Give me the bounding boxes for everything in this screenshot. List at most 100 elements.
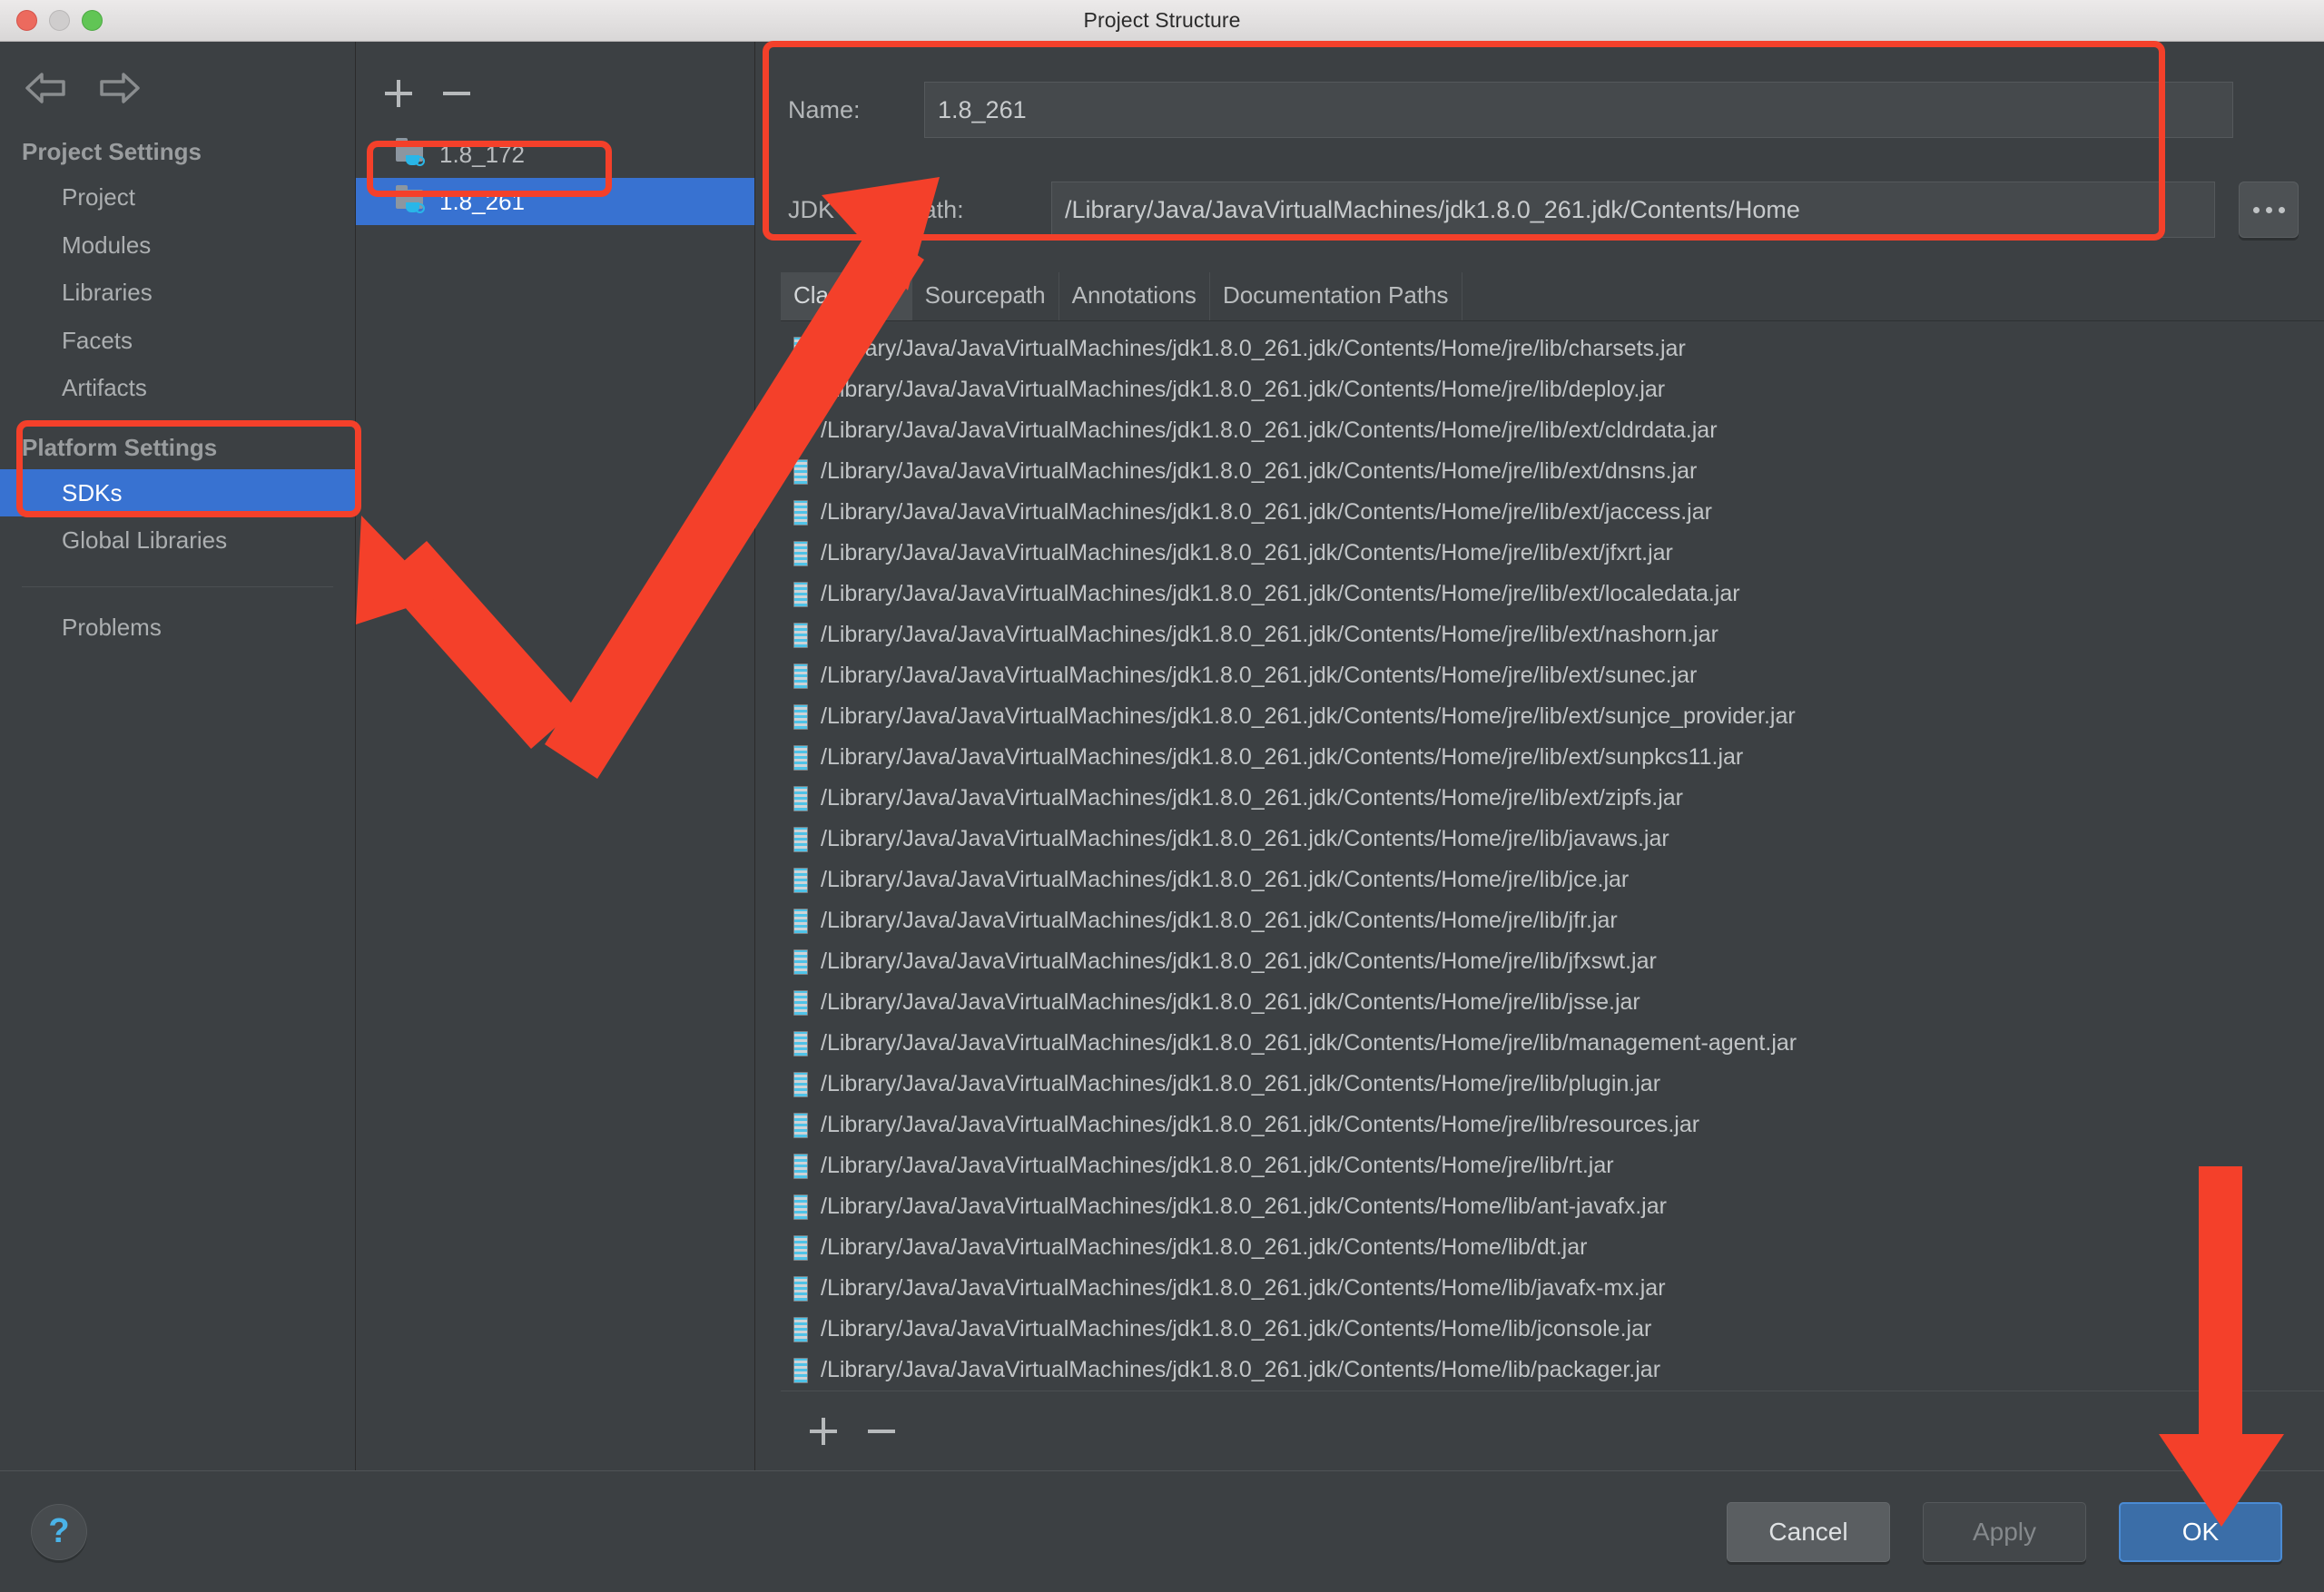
classpath-row-label: /Library/Java/JavaVirtualMachines/jdk1.8… [821,867,1629,893]
jar-file-icon [793,623,808,648]
sdk-list-item-label: 1.8_172 [439,141,525,169]
name-input[interactable]: 1.8_261 [924,82,2233,138]
sidebar-item-facets[interactable]: Facets [0,317,355,365]
sidebar-item-artifacts[interactable]: Artifacts [0,364,355,412]
jdk-home-path-label: JDK home path: [788,196,1051,224]
classpath-row[interactable]: /Library/Java/JavaVirtualMachines/jdk1.8… [781,1227,2324,1268]
jar-file-icon [793,868,808,893]
classpath-row-label: /Library/Java/JavaVirtualMachines/jdk1.8… [821,785,1683,811]
classpath-row[interactable]: /Library/Java/JavaVirtualMachines/jdk1.8… [781,533,2324,574]
classpath-row-label: /Library/Java/JavaVirtualMachines/jdk1.8… [821,703,1796,730]
classpath-row-label: /Library/Java/JavaVirtualMachines/jdk1.8… [821,663,1697,689]
sidebar-item-modules[interactable]: Modules [0,221,355,270]
jar-file-icon [793,990,808,1016]
apply-button[interactable]: Apply [1923,1502,2086,1562]
classpath-row-label: /Library/Java/JavaVirtualMachines/jdk1.8… [821,622,1718,648]
forward-arrow-icon[interactable] [94,69,143,107]
classpath-row[interactable]: /Library/Java/JavaVirtualMachines/jdk1.8… [781,819,2324,860]
classpath-list[interactable]: /Library/Java/JavaVirtualMachines/jdk1.8… [781,321,2324,1391]
classpath-row[interactable]: /Library/Java/JavaVirtualMachines/jdk1.8… [781,696,2324,737]
jdk-home-path-input[interactable]: /Library/Java/JavaVirtualMachines/jdk1.8… [1051,182,2215,238]
classpath-row[interactable]: /Library/Java/JavaVirtualMachines/jdk1.8… [781,737,2324,778]
jar-file-icon [793,337,808,362]
sidebar-item-project[interactable]: Project [0,173,355,221]
classpath-row[interactable]: /Library/Java/JavaVirtualMachines/jdk1.8… [781,1268,2324,1309]
classpath-row[interactable]: /Library/Java/JavaVirtualMachines/jdk1.8… [781,860,2324,900]
tab-classpath[interactable]: Classpath [781,272,912,320]
sdk-list-item-label: 1.8_261 [439,188,525,216]
sidebar-group-title-platform-settings: Platform Settings [0,412,355,469]
back-arrow-icon[interactable] [22,69,71,107]
add-classpath-button[interactable] [808,1416,839,1447]
classpath-row-label: /Library/Java/JavaVirtualMachines/jdk1.8… [821,1194,1667,1220]
jar-file-icon [793,378,808,403]
classpath-row[interactable]: /Library/Java/JavaVirtualMachines/jdk1.8… [781,329,2324,369]
classpath-row[interactable]: /Library/Java/JavaVirtualMachines/jdk1.8… [781,410,2324,451]
jar-file-icon [793,500,808,526]
classpath-row[interactable]: /Library/Java/JavaVirtualMachines/jdk1.8… [781,982,2324,1023]
sdk-detail-panel: Name: 1.8_261 JDK home path: /Library/Ja… [755,42,2324,1470]
remove-sdk-button[interactable] [441,78,472,109]
classpath-row[interactable]: /Library/Java/JavaVirtualMachines/jdk1.8… [781,941,2324,982]
sdk-list: 1.8_172 1.8_261 [356,131,754,225]
jar-file-icon [793,1358,808,1383]
classpath-row-label: /Library/Java/JavaVirtualMachines/jdk1.8… [821,1275,1666,1302]
classpath-row-label: /Library/Java/JavaVirtualMachines/jdk1.8… [821,540,1673,566]
jar-file-icon [793,582,808,607]
classpath-row-label: /Library/Java/JavaVirtualMachines/jdk1.8… [821,458,1697,485]
classpath-toolbar [781,1391,2324,1470]
classpath-row[interactable]: /Library/Java/JavaVirtualMachines/jdk1.8… [781,614,2324,655]
jdk-home-path-row: JDK home path: /Library/Java/JavaVirtual… [755,182,2324,238]
name-label: Name: [788,96,924,124]
window-title: Project Structure [0,8,2324,33]
classpath-row-label: /Library/Java/JavaVirtualMachines/jdk1.8… [821,826,1669,852]
tab-documentation-paths[interactable]: Documentation Paths [1210,272,1462,320]
classpath-row[interactable]: /Library/Java/JavaVirtualMachines/jdk1.8… [781,451,2324,492]
tab-sourcepath[interactable]: Sourcepath [912,272,1059,320]
jar-file-icon [793,663,808,689]
classpath-row[interactable]: /Library/Java/JavaVirtualMachines/jdk1.8… [781,1145,2324,1186]
classpath-row[interactable]: /Library/Java/JavaVirtualMachines/jdk1.8… [781,492,2324,533]
jar-file-icon [793,459,808,485]
classpath-row[interactable]: /Library/Java/JavaVirtualMachines/jdk1.8… [781,369,2324,410]
help-button[interactable]: ? [31,1504,87,1560]
project-structure-window: Project Structure Project Settings Proje… [0,0,2324,1592]
tab-annotations[interactable]: Annotations [1059,272,1210,320]
classpath-row[interactable]: /Library/Java/JavaVirtualMachines/jdk1.8… [781,574,2324,614]
jdk-folder-icon [396,141,427,168]
sdk-list-item-1-8-261[interactable]: 1.8_261 [356,178,754,225]
classpath-row-label: /Library/Java/JavaVirtualMachines/jdk1.8… [821,1071,1660,1097]
sidebar-item-sdks[interactable]: SDKs [0,469,355,517]
classpath-row[interactable]: /Library/Java/JavaVirtualMachines/jdk1.8… [781,1350,2324,1391]
jar-file-icon [793,786,808,811]
title-bar: Project Structure [0,0,2324,42]
classpath-row[interactable]: /Library/Java/JavaVirtualMachines/jdk1.8… [781,1105,2324,1145]
jar-file-icon [793,909,808,934]
jar-file-icon [793,949,808,975]
cancel-button[interactable]: Cancel [1727,1502,1890,1562]
classpath-row[interactable]: /Library/Java/JavaVirtualMachines/jdk1.8… [781,1023,2324,1064]
add-sdk-button[interactable] [383,78,414,109]
classpath-row-label: /Library/Java/JavaVirtualMachines/jdk1.8… [821,1316,1651,1342]
jar-file-icon [793,1235,808,1261]
settings-sidebar: Project Settings Project Modules Librari… [0,42,356,1470]
ok-button[interactable]: OK [2119,1502,2282,1562]
dialog-body: Project Settings Project Modules Librari… [0,42,2324,1470]
classpath-row[interactable]: /Library/Java/JavaVirtualMachines/jdk1.8… [781,900,2324,941]
sidebar-item-global-libraries[interactable]: Global Libraries [0,516,355,565]
remove-classpath-button[interactable] [866,1416,897,1447]
classpath-row[interactable]: /Library/Java/JavaVirtualMachines/jdk1.8… [781,1309,2324,1350]
sidebar-item-problems[interactable]: Problems [0,587,355,652]
classpath-row-label: /Library/Java/JavaVirtualMachines/jdk1.8… [821,1153,1614,1179]
classpath-row[interactable]: /Library/Java/JavaVirtualMachines/jdk1.8… [781,1186,2324,1227]
browse-button[interactable] [2239,182,2299,238]
sdk-list-toolbar [356,42,754,109]
sidebar-group-title-project-settings: Project Settings [0,107,355,173]
jar-file-icon [793,827,808,852]
jar-file-icon [793,418,808,444]
classpath-row[interactable]: /Library/Java/JavaVirtualMachines/jdk1.8… [781,1064,2324,1105]
sdk-list-item-1-8-172[interactable]: 1.8_172 [356,131,754,178]
classpath-row[interactable]: /Library/Java/JavaVirtualMachines/jdk1.8… [781,778,2324,819]
sidebar-item-libraries[interactable]: Libraries [0,269,355,317]
classpath-row[interactable]: /Library/Java/JavaVirtualMachines/jdk1.8… [781,655,2324,696]
